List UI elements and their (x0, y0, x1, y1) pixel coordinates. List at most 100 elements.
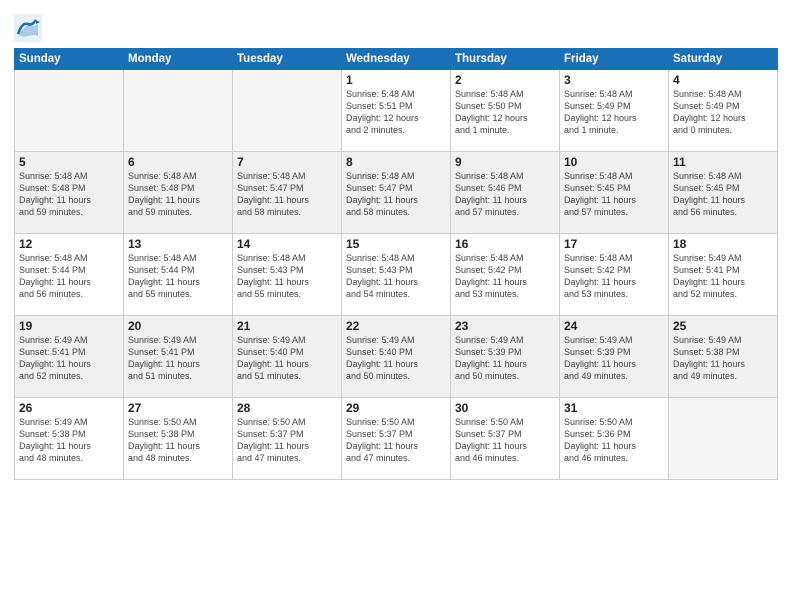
calendar-cell: 29Sunrise: 5:50 AM Sunset: 5:37 PM Dayli… (342, 398, 451, 480)
day-info: Sunrise: 5:50 AM Sunset: 5:37 PM Dayligh… (455, 416, 555, 465)
day-info: Sunrise: 5:50 AM Sunset: 5:37 PM Dayligh… (237, 416, 337, 465)
calendar-cell: 8Sunrise: 5:48 AM Sunset: 5:47 PM Daylig… (342, 152, 451, 234)
calendar-cell: 6Sunrise: 5:48 AM Sunset: 5:48 PM Daylig… (124, 152, 233, 234)
weekday-header-tuesday: Tuesday (233, 49, 342, 70)
calendar-cell (15, 70, 124, 152)
day-number: 5 (19, 155, 119, 169)
day-number: 28 (237, 401, 337, 415)
day-number: 23 (455, 319, 555, 333)
day-info: Sunrise: 5:48 AM Sunset: 5:43 PM Dayligh… (237, 252, 337, 301)
weekday-header-row: SundayMondayTuesdayWednesdayThursdayFrid… (15, 49, 778, 70)
day-info: Sunrise: 5:49 AM Sunset: 5:41 PM Dayligh… (673, 252, 773, 301)
calendar-cell: 17Sunrise: 5:48 AM Sunset: 5:42 PM Dayli… (560, 234, 669, 316)
day-info: Sunrise: 5:48 AM Sunset: 5:48 PM Dayligh… (128, 170, 228, 219)
day-number: 15 (346, 237, 446, 251)
day-number: 4 (673, 73, 773, 87)
calendar-cell: 2Sunrise: 5:48 AM Sunset: 5:50 PM Daylig… (451, 70, 560, 152)
day-number: 26 (19, 401, 119, 415)
calendar-week-row: 19Sunrise: 5:49 AM Sunset: 5:41 PM Dayli… (15, 316, 778, 398)
day-number: 7 (237, 155, 337, 169)
day-number: 31 (564, 401, 664, 415)
day-info: Sunrise: 5:50 AM Sunset: 5:38 PM Dayligh… (128, 416, 228, 465)
day-info: Sunrise: 5:48 AM Sunset: 5:49 PM Dayligh… (564, 88, 664, 137)
calendar-cell: 23Sunrise: 5:49 AM Sunset: 5:39 PM Dayli… (451, 316, 560, 398)
day-number: 10 (564, 155, 664, 169)
calendar-cell: 14Sunrise: 5:48 AM Sunset: 5:43 PM Dayli… (233, 234, 342, 316)
day-info: Sunrise: 5:49 AM Sunset: 5:38 PM Dayligh… (673, 334, 773, 383)
calendar-cell (233, 70, 342, 152)
day-number: 19 (19, 319, 119, 333)
day-info: Sunrise: 5:48 AM Sunset: 5:44 PM Dayligh… (128, 252, 228, 301)
calendar-cell: 24Sunrise: 5:49 AM Sunset: 5:39 PM Dayli… (560, 316, 669, 398)
calendar-cell (669, 398, 778, 480)
day-number: 6 (128, 155, 228, 169)
calendar-cell: 26Sunrise: 5:49 AM Sunset: 5:38 PM Dayli… (15, 398, 124, 480)
day-info: Sunrise: 5:48 AM Sunset: 5:42 PM Dayligh… (455, 252, 555, 301)
day-number: 13 (128, 237, 228, 251)
calendar-cell: 21Sunrise: 5:49 AM Sunset: 5:40 PM Dayli… (233, 316, 342, 398)
day-info: Sunrise: 5:48 AM Sunset: 5:43 PM Dayligh… (346, 252, 446, 301)
day-info: Sunrise: 5:48 AM Sunset: 5:46 PM Dayligh… (455, 170, 555, 219)
day-number: 1 (346, 73, 446, 87)
day-info: Sunrise: 5:48 AM Sunset: 5:47 PM Dayligh… (346, 170, 446, 219)
calendar-cell (124, 70, 233, 152)
day-info: Sunrise: 5:49 AM Sunset: 5:41 PM Dayligh… (19, 334, 119, 383)
calendar-cell: 10Sunrise: 5:48 AM Sunset: 5:45 PM Dayli… (560, 152, 669, 234)
calendar-cell: 19Sunrise: 5:49 AM Sunset: 5:41 PM Dayli… (15, 316, 124, 398)
weekday-header-wednesday: Wednesday (342, 49, 451, 70)
calendar-cell: 12Sunrise: 5:48 AM Sunset: 5:44 PM Dayli… (15, 234, 124, 316)
day-info: Sunrise: 5:49 AM Sunset: 5:40 PM Dayligh… (346, 334, 446, 383)
calendar-cell: 27Sunrise: 5:50 AM Sunset: 5:38 PM Dayli… (124, 398, 233, 480)
weekday-header-thursday: Thursday (451, 49, 560, 70)
calendar-cell: 25Sunrise: 5:49 AM Sunset: 5:38 PM Dayli… (669, 316, 778, 398)
calendar-week-row: 1Sunrise: 5:48 AM Sunset: 5:51 PM Daylig… (15, 70, 778, 152)
day-info: Sunrise: 5:49 AM Sunset: 5:41 PM Dayligh… (128, 334, 228, 383)
day-info: Sunrise: 5:48 AM Sunset: 5:44 PM Dayligh… (19, 252, 119, 301)
day-info: Sunrise: 5:48 AM Sunset: 5:45 PM Dayligh… (673, 170, 773, 219)
logo (14, 14, 46, 42)
weekday-header-saturday: Saturday (669, 49, 778, 70)
weekday-header-sunday: Sunday (15, 49, 124, 70)
day-info: Sunrise: 5:48 AM Sunset: 5:47 PM Dayligh… (237, 170, 337, 219)
calendar-cell: 3Sunrise: 5:48 AM Sunset: 5:49 PM Daylig… (560, 70, 669, 152)
calendar-cell: 20Sunrise: 5:49 AM Sunset: 5:41 PM Dayli… (124, 316, 233, 398)
day-number: 17 (564, 237, 664, 251)
day-info: Sunrise: 5:48 AM Sunset: 5:49 PM Dayligh… (673, 88, 773, 137)
logo-icon (14, 14, 42, 42)
day-info: Sunrise: 5:48 AM Sunset: 5:51 PM Dayligh… (346, 88, 446, 137)
day-info: Sunrise: 5:48 AM Sunset: 5:45 PM Dayligh… (564, 170, 664, 219)
weekday-header-friday: Friday (560, 49, 669, 70)
day-info: Sunrise: 5:48 AM Sunset: 5:48 PM Dayligh… (19, 170, 119, 219)
calendar-cell: 30Sunrise: 5:50 AM Sunset: 5:37 PM Dayli… (451, 398, 560, 480)
day-number: 9 (455, 155, 555, 169)
calendar-cell: 13Sunrise: 5:48 AM Sunset: 5:44 PM Dayli… (124, 234, 233, 316)
calendar-cell: 22Sunrise: 5:49 AM Sunset: 5:40 PM Dayli… (342, 316, 451, 398)
day-number: 2 (455, 73, 555, 87)
day-number: 24 (564, 319, 664, 333)
day-number: 27 (128, 401, 228, 415)
calendar-cell: 9Sunrise: 5:48 AM Sunset: 5:46 PM Daylig… (451, 152, 560, 234)
day-info: Sunrise: 5:50 AM Sunset: 5:37 PM Dayligh… (346, 416, 446, 465)
calendar: SundayMondayTuesdayWednesdayThursdayFrid… (14, 48, 778, 480)
day-number: 22 (346, 319, 446, 333)
calendar-cell: 5Sunrise: 5:48 AM Sunset: 5:48 PM Daylig… (15, 152, 124, 234)
day-number: 11 (673, 155, 773, 169)
day-number: 12 (19, 237, 119, 251)
day-number: 21 (237, 319, 337, 333)
day-info: Sunrise: 5:50 AM Sunset: 5:36 PM Dayligh… (564, 416, 664, 465)
calendar-cell: 28Sunrise: 5:50 AM Sunset: 5:37 PM Dayli… (233, 398, 342, 480)
weekday-header-monday: Monday (124, 49, 233, 70)
day-number: 25 (673, 319, 773, 333)
day-number: 8 (346, 155, 446, 169)
calendar-cell: 7Sunrise: 5:48 AM Sunset: 5:47 PM Daylig… (233, 152, 342, 234)
calendar-cell: 16Sunrise: 5:48 AM Sunset: 5:42 PM Dayli… (451, 234, 560, 316)
day-info: Sunrise: 5:48 AM Sunset: 5:50 PM Dayligh… (455, 88, 555, 137)
day-info: Sunrise: 5:48 AM Sunset: 5:42 PM Dayligh… (564, 252, 664, 301)
day-info: Sunrise: 5:49 AM Sunset: 5:39 PM Dayligh… (564, 334, 664, 383)
calendar-week-row: 5Sunrise: 5:48 AM Sunset: 5:48 PM Daylig… (15, 152, 778, 234)
day-number: 3 (564, 73, 664, 87)
calendar-week-row: 12Sunrise: 5:48 AM Sunset: 5:44 PM Dayli… (15, 234, 778, 316)
day-number: 16 (455, 237, 555, 251)
calendar-cell: 4Sunrise: 5:48 AM Sunset: 5:49 PM Daylig… (669, 70, 778, 152)
calendar-cell: 31Sunrise: 5:50 AM Sunset: 5:36 PM Dayli… (560, 398, 669, 480)
